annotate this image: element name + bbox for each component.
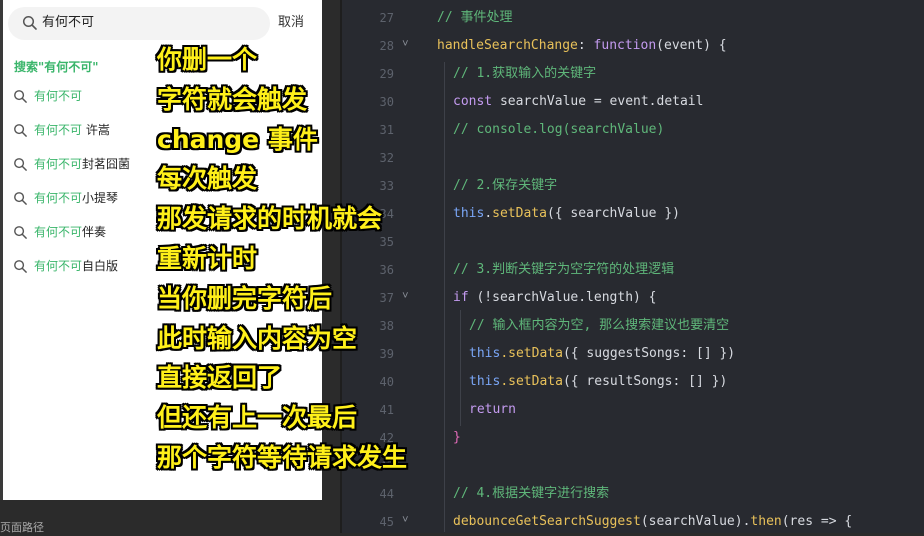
code-text: ({ resultSongs: [] }) <box>562 374 728 389</box>
suggestion-highlight: 有何不可 <box>34 89 83 103</box>
code-editor[interactable]: 27 // 事件处理 28 ˅ handleSearchChange: func… <box>342 0 924 533</box>
code-keyword: return <box>469 402 516 417</box>
simulator-edge <box>0 0 3 500</box>
code-line[interactable]: 29 // 1.获取输入的关键字 <box>342 60 924 88</box>
cancel-button[interactable]: 取消 <box>278 15 304 31</box>
line-number: 44 <box>379 487 394 501</box>
simulator-bottom-bar: 页面路径 <box>0 500 340 534</box>
search-icon <box>14 260 27 273</box>
code-function: handleSearchChange <box>437 38 578 53</box>
suggestion-highlight: 有何不可 <box>34 157 83 171</box>
code-comment: // 3.判断关键字为空字符的处理逻辑 <box>453 262 675 277</box>
annotation-overlay: 你删一个 字符就会触发 change 事件 每次触发 那发请求的时机就会 重新计… <box>157 40 407 478</box>
annotation-line: 你删一个 <box>157 45 258 74</box>
code-brace: } <box>453 430 461 445</box>
code-text: . <box>484 206 493 221</box>
line-number: 45 <box>379 515 394 529</box>
code-line[interactable]: 42 } <box>342 424 924 452</box>
code-text: (res => { <box>781 514 853 529</box>
code-function: debounceGetSearchSuggest <box>453 514 641 529</box>
annotation-line: 此时输入内容为空 <box>157 323 358 353</box>
code-this: this <box>469 374 501 389</box>
code-this: this <box>453 206 485 221</box>
code-line[interactable]: 36 // 3.判断关键字为空字符的处理逻辑 <box>342 256 924 284</box>
code-line[interactable]: 38 // 输入框内容为空, 那么搜索建议也要清空 <box>342 312 924 340</box>
code-line[interactable]: 44 // 4.根据关键字进行搜索 <box>342 480 924 508</box>
code-text: : <box>577 38 594 53</box>
search-icon <box>22 15 37 30</box>
annotation-line: 每次触发 <box>157 164 258 194</box>
search-icon <box>14 90 27 103</box>
search-icon <box>14 192 27 205</box>
annotation-line: 当你删完字符后 <box>157 283 333 313</box>
search-icon <box>14 124 27 137</box>
search-icon <box>14 226 27 239</box>
suggestion-highlight: 有何不可 <box>34 225 83 239</box>
code-line[interactable]: 27 // 事件处理 <box>342 4 924 32</box>
code-comment: // 2.保存关键字 <box>453 178 558 193</box>
suggestion-highlight: 有何不可 <box>34 259 83 273</box>
code-comment: // 事件处理 <box>437 10 513 25</box>
code-text: ({ searchValue }) <box>546 206 680 221</box>
code-line[interactable]: 43 <box>342 452 924 480</box>
code-line[interactable]: 45 ˅ debounceGetSearchSuggest(searchValu… <box>342 508 924 536</box>
suggestion-rest: 许嵩 <box>82 123 110 137</box>
suggestion-rest: 自白版 <box>82 259 119 273</box>
code-comment: // 输入框内容为空, 那么搜索建议也要清空 <box>469 318 730 333</box>
annotation-line: change 事件 <box>157 124 318 154</box>
code-text: searchValue = event.detail <box>492 94 704 109</box>
code-line[interactable]: 33 // 2.保存关键字 <box>342 172 924 200</box>
code-line[interactable]: 41 return <box>342 396 924 424</box>
code-function: setData <box>492 206 547 221</box>
code-comment: // console.log(searchValue) <box>453 122 665 137</box>
code-line[interactable]: 35 <box>342 228 924 256</box>
code-function: .setData <box>500 374 563 389</box>
code-function: .setData <box>500 346 563 361</box>
code-function: then <box>750 514 782 529</box>
search-title[interactable]: 搜索"有何不可" <box>14 60 99 74</box>
annotation-line: 字符就会触发 <box>157 84 308 114</box>
fold-chevron-icon[interactable]: ˅ <box>402 513 409 527</box>
suggestion-rest: 封茗囧菌 <box>82 157 131 171</box>
code-text: (searchValue). <box>640 514 751 529</box>
code-keyword: const <box>453 94 493 109</box>
code-text: ({ suggestSongs: [] }) <box>562 346 736 361</box>
suggestion-highlight: 有何不可 <box>34 191 83 205</box>
line-number: 27 <box>379 11 394 25</box>
annotation-line: 那个字符等待请求发生 <box>157 442 408 472</box>
code-line[interactable]: 34 this.setData({ searchValue }) <box>342 200 924 228</box>
annotation-line: 重新计时 <box>157 243 258 273</box>
annotation-line: 那发请求的时机就会 <box>157 204 383 234</box>
code-line[interactable]: 40 this.setData({ resultSongs: [] }) <box>342 368 924 396</box>
suggestion-rest: 小提琴 <box>82 191 119 205</box>
annotation-line: 但还有上一次最后 <box>157 403 358 433</box>
code-comment: // 4.根据关键字进行搜索 <box>453 486 610 501</box>
page-path-label[interactable]: 页面路径 <box>0 522 44 534</box>
code-line[interactable]: 37 ˅ if (!searchValue.length) { <box>342 284 924 312</box>
suggestion-highlight: 有何不可 <box>34 123 83 137</box>
search-value: 有何不可 <box>42 15 95 30</box>
search-input[interactable]: 有何不可 <box>8 7 270 40</box>
annotation-line: 直接返回了 <box>157 363 283 393</box>
code-line[interactable]: 32 <box>342 144 924 172</box>
suggestion-rest: 伴奏 <box>82 225 107 239</box>
code-line[interactable]: 39 this.setData({ suggestSongs: [] }) <box>342 340 924 368</box>
code-keyword: function <box>593 38 657 53</box>
code-line[interactable]: 28 ˅ handleSearchChange: function(event)… <box>342 32 924 60</box>
code-line[interactable]: 30 const searchValue = event.detail <box>342 88 924 116</box>
code-comment: // 1.获取输入的关键字 <box>453 66 597 81</box>
code-keyword: if <box>453 290 469 305</box>
code-this: this <box>469 346 501 361</box>
code-line[interactable]: 31 // console.log(searchValue) <box>342 116 924 144</box>
search-icon <box>14 158 27 171</box>
code-text: (event) { <box>656 38 727 53</box>
code-text: (!searchValue.length) { <box>468 290 657 305</box>
